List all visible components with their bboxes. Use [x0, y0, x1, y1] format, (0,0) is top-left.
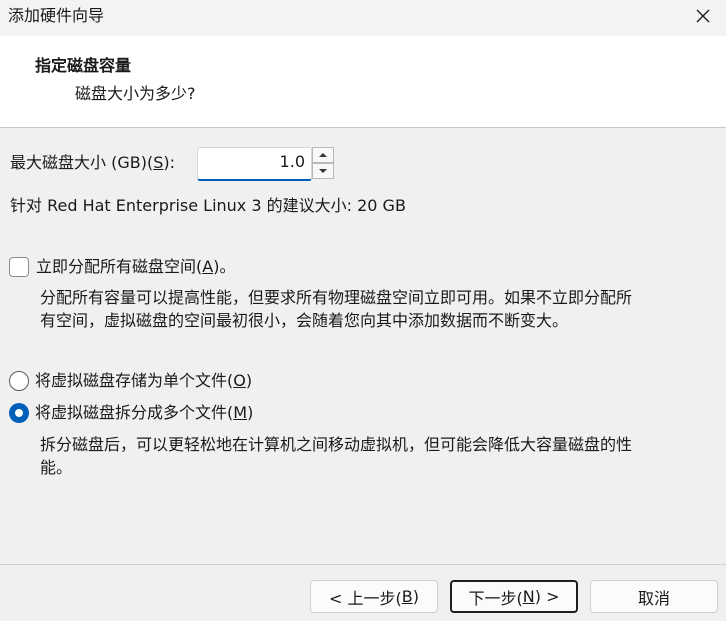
single-file-label[interactable]: 将虚拟磁盘存储为单个文件(O): [35, 371, 252, 391]
add-hardware-wizard-window: 添加硬件向导 指定磁盘容量 磁盘大小为多少? 最大磁盘大小 (GB)(S): 1…: [0, 0, 726, 621]
spin-down-button[interactable]: [312, 163, 334, 179]
title-bar: 添加硬件向导: [0, 0, 726, 36]
single-file-radio[interactable]: [9, 371, 29, 391]
footer-divider: [0, 564, 726, 565]
allocate-all-label[interactable]: 立即分配所有磁盘空间(A)。: [36, 257, 235, 277]
next-button[interactable]: 下一步(N) >: [450, 580, 578, 613]
disk-size-label: 最大磁盘大小 (GB)(S):: [10, 153, 175, 172]
multiple-files-radio[interactable]: [9, 403, 29, 423]
recommended-size-text: 针对 Red Hat Enterprise Linux 3 的建议大小: 20 …: [10, 196, 406, 215]
allocate-description: 分配所有容量可以提高性能，但要求所有物理磁盘空间立即可用。如果不立即分配所 有空…: [40, 288, 633, 330]
close-icon: [696, 9, 710, 23]
spin-up-button[interactable]: [312, 147, 334, 163]
page-title: 指定磁盘容量: [35, 56, 132, 75]
cancel-button[interactable]: 取消: [590, 580, 718, 613]
multiple-files-description: 拆分磁盘后，可以更轻松地在计算机之间移动虚拟机，但可能会降低大容量磁盘的性 能。: [40, 435, 633, 477]
allocate-all-checkbox[interactable]: [9, 257, 29, 277]
radio-selected-dot: [15, 409, 23, 417]
window-title: 添加硬件向导: [8, 6, 105, 25]
close-button[interactable]: [680, 0, 726, 32]
disk-size-input[interactable]: 1.0: [197, 147, 312, 181]
wizard-header: 指定磁盘容量 磁盘大小为多少?: [0, 36, 726, 128]
back-button[interactable]: < 上一步(B): [310, 580, 438, 613]
disk-size-spinner: [312, 147, 334, 180]
chevron-down-icon: [319, 169, 327, 173]
chevron-up-icon: [319, 153, 327, 157]
page-subtitle: 磁盘大小为多少?: [75, 84, 196, 103]
multiple-files-label[interactable]: 将虚拟磁盘拆分成多个文件(M): [35, 403, 253, 423]
